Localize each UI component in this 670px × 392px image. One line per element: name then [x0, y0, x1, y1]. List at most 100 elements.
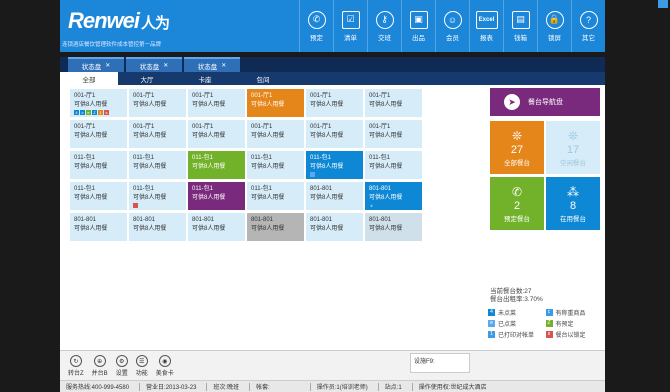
status-badges: 4: [369, 203, 374, 208]
setting-box[interactable]: 设施F9:: [410, 353, 470, 373]
tab-label: 状态盘: [81, 63, 102, 71]
table-tile[interactable]: 801-801 可供8人用餐: [247, 213, 304, 241]
table-capacity: 可供8人用餐: [192, 164, 226, 170]
table-name: 001-厅1: [369, 93, 391, 99]
bottom-tool-button[interactable]: ↻ 转台Z: [68, 355, 84, 377]
table-capacity: 可供8人用餐: [251, 133, 285, 139]
transfer-icon: ↻: [69, 355, 82, 367]
stat-booked-tables[interactable]: ✆ 2 预定餐台: [490, 177, 544, 230]
foodcard-icon: ◉: [158, 355, 171, 367]
table-tile[interactable]: 011-包1 可供8人用餐: [188, 182, 245, 210]
toolbar-button[interactable]: ☺ 会员: [435, 0, 469, 52]
area-tab[interactable]: 全部: [60, 72, 118, 85]
table-navigation-button[interactable]: ➤ 餐台导航盘: [490, 88, 600, 116]
close-icon[interactable]: ✕: [105, 62, 110, 69]
table-tile[interactable]: 011-包1 可供8人用餐: [70, 182, 127, 210]
legend-label: 有称重商品: [555, 311, 586, 317]
table-tile[interactable]: 801-801 可供8人用餐: [188, 213, 245, 241]
table-tile[interactable]: 011-包1 可供8人用餐: [188, 151, 245, 179]
table-tile[interactable]: 801-801 可供8人用餐: [365, 213, 422, 241]
table-tile[interactable]: 801-801 可供8人用餐: [306, 182, 363, 210]
table-capacity: 可供8人用餐: [192, 102, 226, 108]
table-tile[interactable]: 001-厅1 可供8人用餐: [365, 120, 422, 148]
close-icon[interactable]: ✕: [221, 62, 226, 69]
account: 帐套:: [256, 385, 270, 391]
table-tile[interactable]: 001-厅1 可供8人用餐: [129, 120, 186, 148]
table-tile[interactable]: 801-801 可供8人用餐: [129, 213, 186, 241]
area-tab[interactable]: 大厅: [118, 72, 176, 85]
table-name: 011-包1: [74, 155, 95, 161]
close-icon[interactable]: ✕: [163, 62, 168, 69]
table-tile[interactable]: 011-包1 可供8人用餐: [306, 151, 363, 179]
table-name: 801-801: [369, 217, 392, 223]
table-tile[interactable]: 011-包1 可供8人用餐: [247, 151, 304, 179]
stat-used-label: 在用餐台: [560, 215, 586, 223]
lock-icon: 🔒: [545, 10, 564, 29]
table-tile[interactable]: 001-厅1 可供8人用餐: [247, 120, 304, 148]
table-tile[interactable]: 801-801 可供8人用餐: [70, 213, 127, 241]
tab-status-board[interactable]: 状态盘 ✕: [68, 57, 124, 72]
table-tile[interactable]: 001-厅1 可供8人用餐: [306, 89, 363, 117]
table-name: 801-801: [310, 186, 333, 192]
table-tile[interactable]: 001-厅1 可供8人用餐: [306, 120, 363, 148]
legend-swatch-icon: 1: [488, 331, 495, 338]
bottom-tool-button[interactable]: ◉ 美食卡: [156, 355, 174, 377]
table-tile[interactable]: 011-包1 可供8人用餐: [247, 182, 304, 210]
legend-label: 已打印对帐单: [498, 333, 535, 339]
stat-total-number: 27: [510, 143, 524, 156]
help-icon: ?: [579, 10, 598, 29]
stat-total-tables[interactable]: ❊ 27 全部餐台: [490, 121, 544, 174]
toolbar-button[interactable]: ✆ 预定: [299, 0, 333, 52]
stat-used-tables[interactable]: ⁂ 8 在用餐台: [546, 177, 600, 230]
table-capacity: 可供8人用餐: [192, 195, 226, 201]
table-tile[interactable]: 001-厅1 可供8人用餐: [247, 89, 304, 117]
table-tile[interactable]: 011-包1 可供8人用餐: [70, 151, 127, 179]
table-capacity: 可供8人用餐: [251, 226, 285, 232]
table-tile[interactable]: 001-厅1 可供8人用餐: [188, 89, 245, 117]
table-capacity: 可供8人用餐: [310, 102, 344, 108]
table-tile[interactable]: 011-包1 可供8人用餐: [129, 182, 186, 210]
toolbar-button[interactable]: ☑ 清单: [333, 0, 367, 52]
toolbar-button[interactable]: 🔒 锁屏: [537, 0, 571, 52]
toolbar-button[interactable]: ? 其它: [571, 0, 605, 52]
table-name: 011-包1: [251, 186, 272, 192]
table-tile[interactable]: 011-包1 可供8人用餐: [365, 151, 422, 179]
tab-status-board[interactable]: 状态盘 ✕: [126, 57, 182, 72]
license-holder: 操作使用权:世纪成大酒店: [418, 385, 487, 391]
station: 站点:1: [384, 385, 402, 391]
area-tab[interactable]: 卡座: [176, 72, 234, 85]
table-tile[interactable]: 801-801 可供8人用餐 4: [365, 182, 422, 210]
bottom-tool-button[interactable]: ⊕ 并台B: [92, 355, 108, 377]
tab-status-board[interactable]: 状态盘 ✕: [184, 57, 240, 72]
tab-label: 状态盘: [197, 63, 218, 71]
bottom-tool-button[interactable]: ☰ 功能: [135, 355, 148, 377]
table-name: 011-包1: [369, 155, 390, 161]
toolbar-button[interactable]: ▣ 出品: [401, 0, 435, 52]
area-tab[interactable]: 包间: [234, 72, 292, 85]
snowflake-icon: ❊: [511, 128, 523, 143]
navigation-label: 餐台导航盘: [528, 99, 563, 106]
phone-icon: ✆: [511, 184, 523, 199]
bottom-tool-button[interactable]: ⚙ 设置: [115, 355, 128, 377]
legend-item: c 有称重商品: [545, 308, 604, 317]
table-capacity: 可供8人用餐: [369, 102, 403, 108]
table-tile[interactable]: 001-厅1 可供8人用餐: [365, 89, 422, 117]
table-tile[interactable]: 001-厅1 可供8人用餐: [70, 120, 127, 148]
function-icon: ☰: [135, 355, 148, 367]
table-capacity: 可供8人用餐: [133, 133, 167, 139]
toolbar-button[interactable]: ▤ 钱箱: [503, 0, 537, 52]
table-tile[interactable]: 001-厅1 可供8人用餐 4 c e Z 1 s: [70, 89, 127, 117]
app-logo: Renwei 人为: [68, 8, 170, 34]
toolbar-button[interactable]: Excel 报表: [469, 0, 503, 52]
status-badges: 4ceZ1s: [74, 110, 109, 115]
table-tile[interactable]: 001-厅1 可供8人用餐: [188, 120, 245, 148]
legend-swatch-icon: e: [488, 320, 495, 327]
toolbar-button[interactable]: ⚷ 交班: [367, 0, 401, 52]
table-tile[interactable]: 011-包1 可供8人用餐: [129, 151, 186, 179]
table-tile[interactable]: 801-801 可供8人用餐: [306, 213, 363, 241]
table-tile[interactable]: 001-厅1 可供8人用餐: [129, 89, 186, 117]
stat-free-tables[interactable]: ❊ 17 空闲餐台: [546, 121, 600, 174]
app-header: Renwei 人为 连锁酒店餐饮管理软件成本管控第一品牌 ✆ 预定 ☑ 清单 ⚷ 交班 ▣ 出品…: [60, 0, 605, 52]
window-control-icon[interactable]: [658, 0, 668, 8]
table-capacity: 可供8人用餐: [310, 133, 344, 139]
